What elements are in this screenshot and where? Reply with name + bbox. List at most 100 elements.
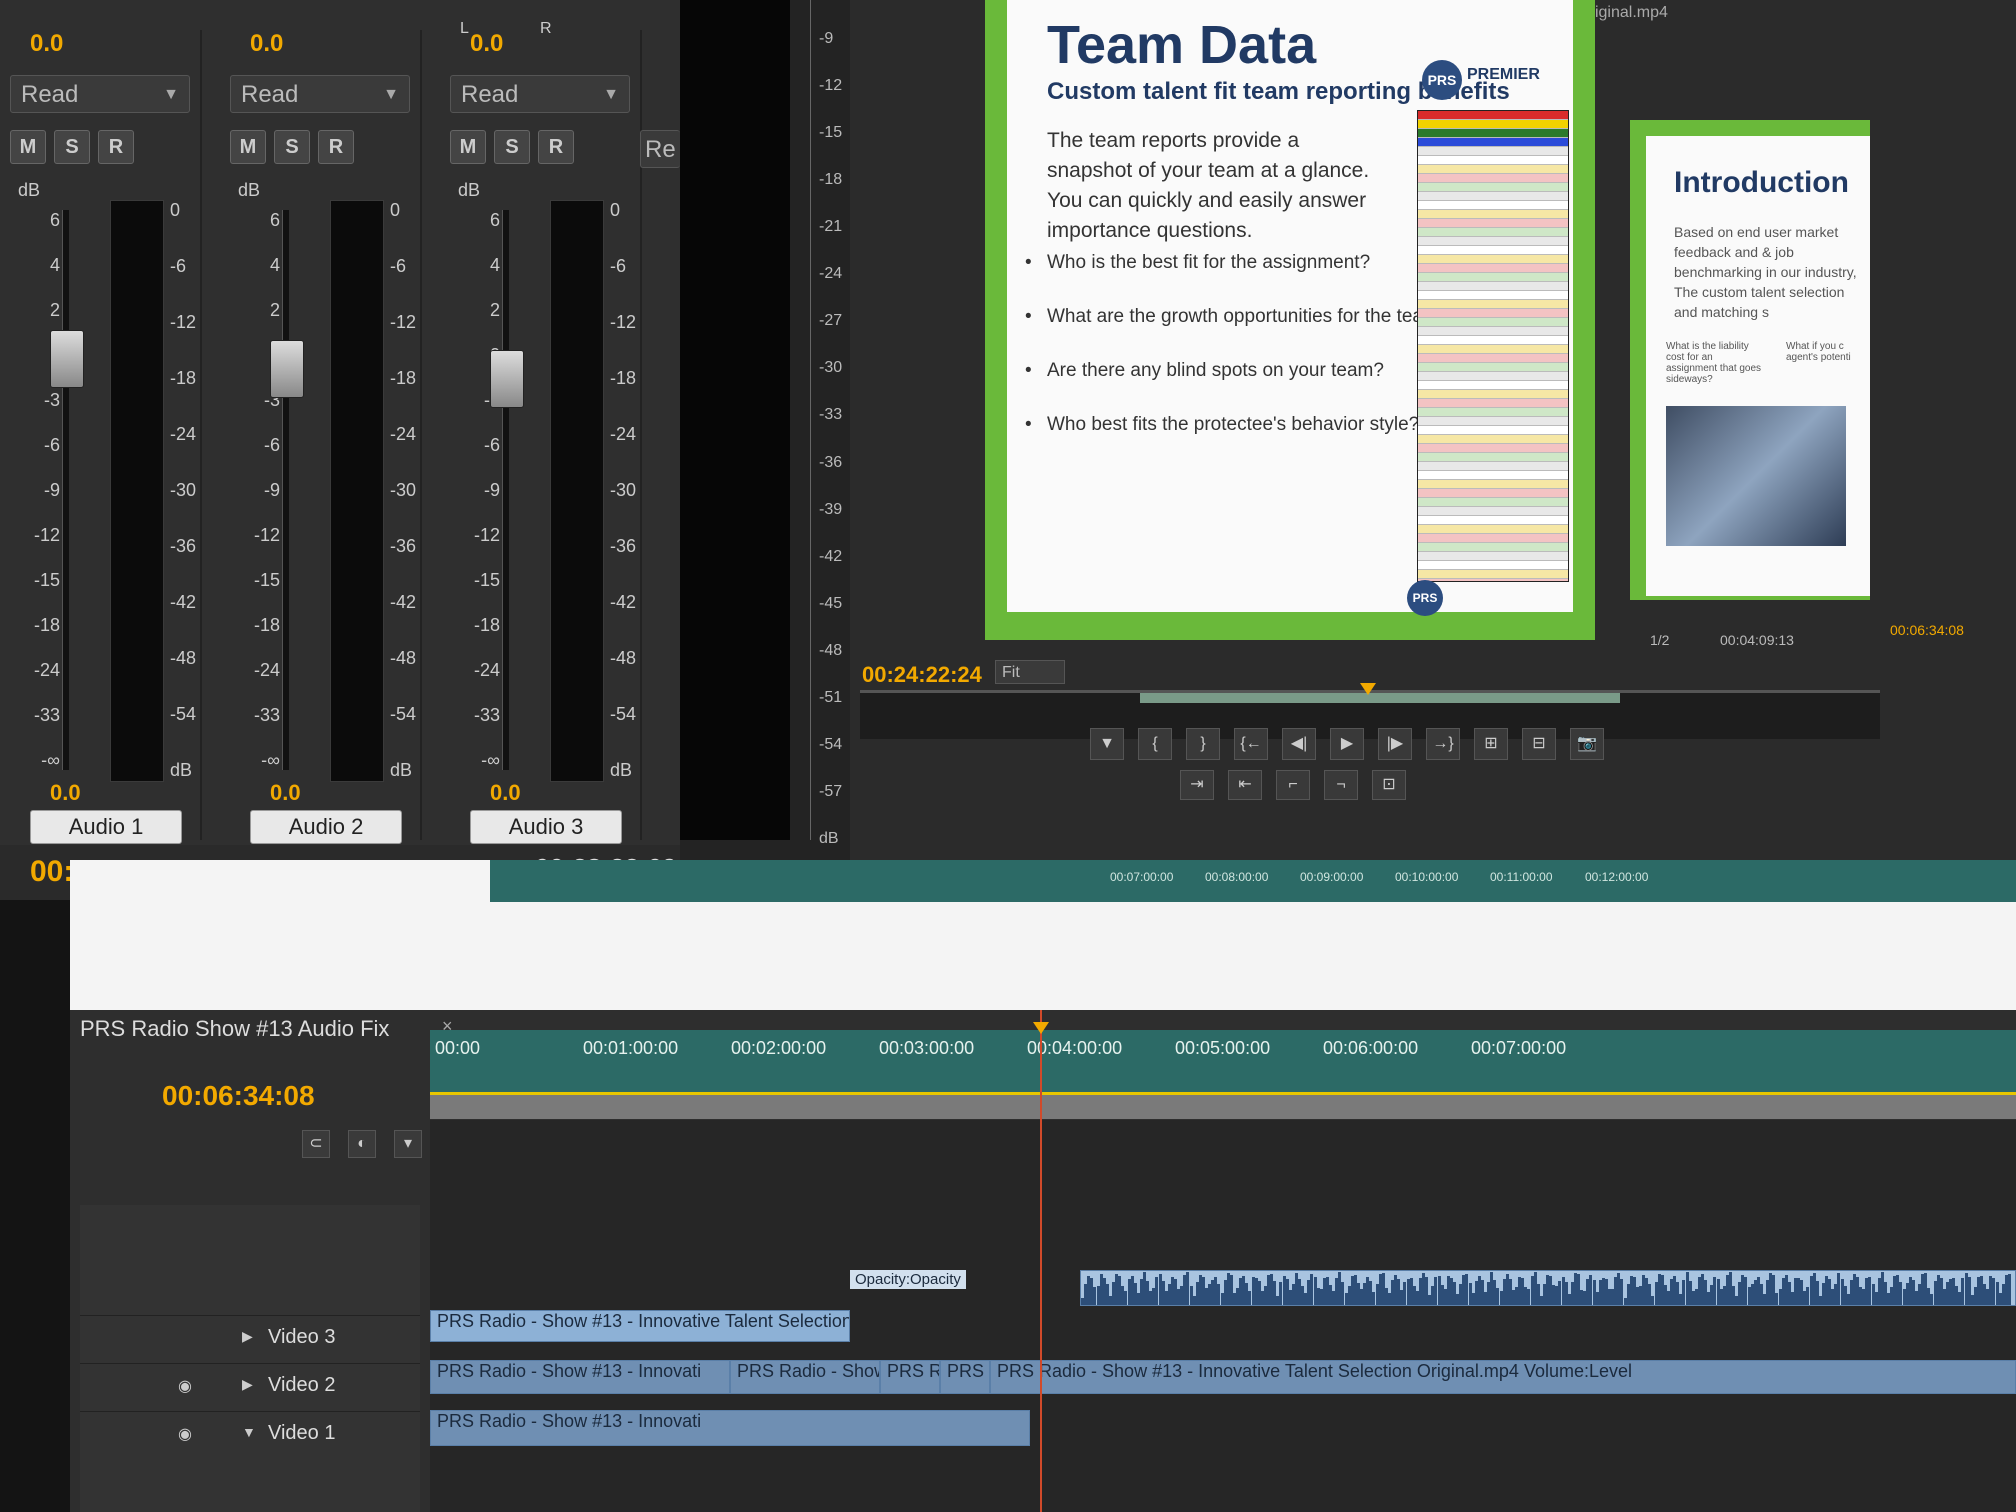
channel-volume-value[interactable]: 0.0 — [490, 780, 521, 806]
add-marker-icon[interactable]: ▾ — [394, 1130, 422, 1158]
chevron-down-icon: ▼ — [603, 86, 619, 103]
monitor-control-button[interactable]: ◀| — [1282, 728, 1316, 760]
overview-ruler-label: 00:09:00:00 — [1300, 870, 1364, 884]
video-clip-v1[interactable]: PRS Radio - Show #13 - Innovati — [430, 1410, 1030, 1446]
playhead-marker[interactable] — [1033, 1022, 1049, 1034]
automation-mode-label: Read — [241, 81, 299, 108]
track-name: Video 3 — [268, 1326, 336, 1348]
table-row — [1418, 390, 1568, 399]
monitor-control-button[interactable]: ⊡ — [1372, 770, 1406, 800]
expand-triangle-icon[interactable]: ▶ — [242, 1376, 253, 1393]
monitor-control-button[interactable]: ⌐ — [1276, 770, 1310, 800]
time-ruler-band[interactable]: 00:00 00:01:00:00 00:02:00:00 00:03:00:00 00… — [430, 1030, 2016, 1092]
video-clip-v2[interactable]: PRS R — [940, 1360, 990, 1394]
ruler-time-label: 00:01:00:00 — [583, 1038, 679, 1058]
monitor-current-time[interactable]: 00:24:22:24 — [862, 662, 982, 688]
panel-gap: 00:07:00:00 00:08:00:00 00:09:00:00 00:10:0… — [70, 860, 2016, 1010]
volume-fader-track[interactable] — [62, 210, 69, 770]
video-frame: Team Data Custom talent fit team reporti… — [985, 0, 1595, 640]
solo-button[interactable]: S — [494, 130, 530, 164]
fader-tick-label: -6 — [263, 435, 280, 455]
audio-clip-waveform[interactable] — [1080, 1270, 2016, 1306]
fader-tick-label: -24 — [253, 660, 280, 680]
monitor-control-button[interactable]: } — [1186, 728, 1220, 760]
channel-buttons: M S R — [450, 130, 574, 164]
eye-icon[interactable]: ◉ — [178, 1424, 192, 1444]
mute-button[interactable]: M — [450, 130, 486, 164]
monitor-control-button[interactable]: ⇤ — [1228, 770, 1262, 800]
timeline-ruler[interactable]: 00:00 00:01:00:00 00:02:00:00 00:03:00:00 00… — [430, 1010, 2016, 1120]
volume-fader-handle[interactable] — [270, 340, 304, 398]
automation-mode-select-partial[interactable]: Re — [640, 130, 680, 168]
expand-triangle-icon[interactable]: ▶ — [242, 1328, 253, 1345]
meter-scale-label: -54 — [390, 704, 417, 724]
video-clip-v2[interactable]: PRS Radio - Show #13 - Innovative Talent… — [990, 1360, 2016, 1394]
playback-resolution[interactable]: 1/2 — [1650, 632, 1669, 648]
table-row — [1418, 183, 1568, 192]
record-button[interactable]: R — [538, 130, 574, 164]
fader-tick-label: -6 — [43, 435, 60, 455]
opacity-keyframe-label[interactable]: Opacity:Opacity — [850, 1270, 966, 1289]
snap-icon[interactable]: ⊂ — [302, 1130, 330, 1158]
in-out-range — [1140, 693, 1620, 703]
collapse-triangle-icon[interactable]: ▼ — [242, 1424, 256, 1440]
monitor-control-button[interactable]: →} — [1426, 728, 1460, 760]
second-monitor-current-time: 00:06:34:08 — [1890, 622, 1964, 638]
fader-tick-label: 6 — [269, 210, 280, 230]
table-row — [1418, 381, 1568, 390]
automation-mode-select[interactable]: Read ▼ — [230, 75, 410, 113]
level-scale-label: -12 — [819, 77, 843, 95]
eye-icon[interactable]: ◉ — [178, 1376, 192, 1396]
mute-button[interactable]: M — [10, 130, 46, 164]
tracks-area[interactable]: Opacity:Opacity PRS Radio - Show #13 - I… — [430, 1120, 2016, 1512]
overview-ruler-label: 00:11:00:00 — [1490, 870, 1553, 884]
video-clip-v3[interactable]: PRS Radio - Show #13 - Innovative Talent… — [430, 1310, 850, 1342]
track-headers: ▶ Video 3 ◉ ▶ Video 2 ◉ ▼ Video 1 — [80, 1205, 420, 1512]
monitor-control-button[interactable]: ▶ — [1330, 728, 1364, 760]
fader-tick-label: -18 — [253, 615, 280, 635]
playhead-line[interactable] — [1040, 1010, 1042, 1512]
meter-scale-label: -42 — [170, 592, 197, 612]
volume-fader-handle[interactable] — [50, 330, 84, 388]
playhead-marker[interactable] — [1360, 683, 1376, 695]
volume-fader-track[interactable] — [282, 210, 289, 770]
fader-tick-label: -12 — [253, 525, 280, 545]
meter-scale-label: -36 — [610, 536, 637, 556]
volume-fader-track[interactable] — [502, 210, 509, 770]
channel-volume-value[interactable]: 0.0 — [270, 780, 301, 806]
video-clip-v2[interactable]: PRS Radio - Show # — [730, 1360, 880, 1394]
timeline-panel: PRS Radio Show #13 Audio Fix × 00:06:34:… — [70, 1010, 2016, 1512]
pan-left-label: L — [460, 20, 469, 37]
table-row — [1418, 426, 1568, 435]
linked-selection-icon[interactable]: ◐ — [348, 1130, 376, 1158]
sequence-tab[interactable]: PRS Radio Show #13 Audio Fix — [80, 1016, 389, 1042]
monitor-control-button[interactable]: |▶ — [1378, 728, 1412, 760]
video-clip-v2[interactable]: PRS Radio - Show #13 - Innovati — [430, 1360, 730, 1394]
solo-button[interactable]: S — [54, 130, 90, 164]
monitor-control-button[interactable]: { — [1138, 728, 1172, 760]
record-button[interactable]: R — [98, 130, 134, 164]
channel-volume-value[interactable]: 0.0 — [50, 780, 81, 806]
monitor-control-button[interactable]: ⊟ — [1522, 728, 1556, 760]
monitor-control-button[interactable]: {← — [1234, 728, 1268, 760]
video-clip-v2[interactable]: PRS Ra — [880, 1360, 940, 1394]
zoom-fit-select[interactable]: Fit — [995, 660, 1065, 684]
work-area-bar[interactable] — [430, 1092, 2016, 1119]
automation-mode-select[interactable]: Read ▼ — [10, 75, 190, 113]
monitor-control-button[interactable]: ⇥ — [1180, 770, 1214, 800]
mute-button[interactable]: M — [230, 130, 266, 164]
table-row — [1418, 552, 1568, 561]
record-button[interactable]: R — [318, 130, 354, 164]
meter-scale-label: -24 — [170, 424, 197, 444]
automation-mode-select[interactable]: Read ▼ — [450, 75, 630, 113]
monitor-control-button[interactable]: 📷 — [1570, 728, 1604, 760]
solo-button[interactable]: S — [274, 130, 310, 164]
monitor-control-button[interactable]: ¬ — [1324, 770, 1358, 800]
volume-fader-handle[interactable] — [490, 350, 524, 408]
fader-tick-label: -15 — [253, 570, 280, 590]
table-row — [1418, 579, 1568, 581]
table-row — [1418, 264, 1568, 273]
timeline-current-time[interactable]: 00:06:34:08 — [162, 1080, 315, 1112]
monitor-control-button[interactable]: ▼ — [1090, 728, 1124, 760]
monitor-control-button[interactable]: ⊞ — [1474, 728, 1508, 760]
